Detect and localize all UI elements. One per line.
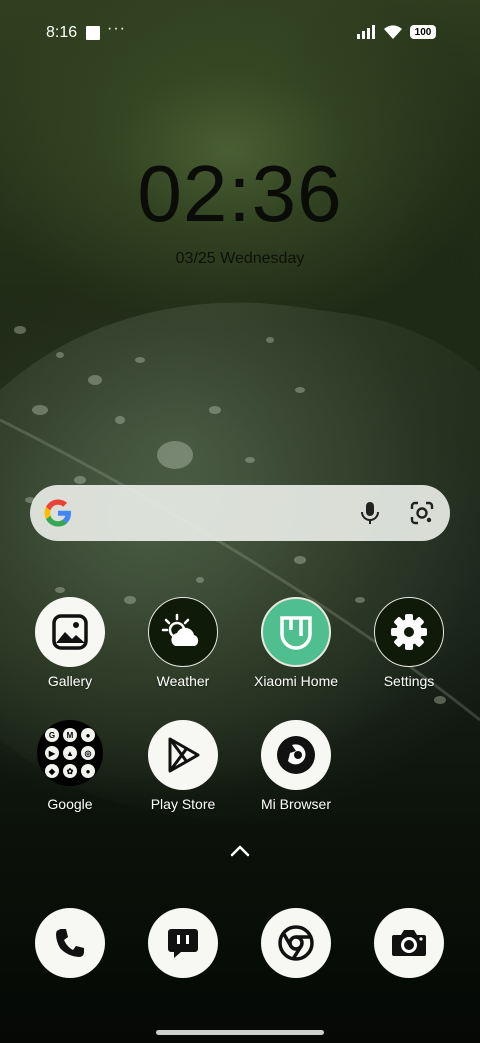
app-xiaomi-home[interactable]: Xiaomi Home <box>241 597 351 689</box>
chrome-icon <box>261 908 331 978</box>
app-gallery[interactable]: Gallery <box>15 597 125 689</box>
app-settings[interactable]: Settings <box>354 597 464 689</box>
dock-messages[interactable] <box>128 908 238 978</box>
weather-icon <box>148 597 218 667</box>
signal-icon <box>357 25 375 39</box>
app-play-store[interactable]: Play Store <box>128 720 238 812</box>
gear-icon <box>374 597 444 667</box>
folder-item-icon: ◆ <box>45 764 59 778</box>
dock-phone[interactable] <box>15 908 125 978</box>
app-google-folder[interactable]: G M ● ▶ ▲ ◎ ◆ ✿ ● Google <box>15 720 125 812</box>
gallery-icon <box>35 597 105 667</box>
folder-item-icon: M <box>63 728 77 742</box>
chevron-up-icon[interactable] <box>228 842 252 860</box>
app-label: Google <box>47 796 93 812</box>
more-notifications-icon: ··· <box>107 20 126 37</box>
phone-icon <box>35 908 105 978</box>
app-mi-browser[interactable]: Mi Browser <box>241 720 351 812</box>
xiaomi-home-icon <box>261 597 331 667</box>
battery-icon: 100 <box>410 25 436 39</box>
folder-item-icon: ▲ <box>63 746 77 760</box>
google-g-icon <box>44 499 71 527</box>
status-time: 8:16 <box>46 24 78 41</box>
home-gesture-bar[interactable] <box>156 1030 324 1035</box>
app-label: Mi Browser <box>260 796 331 812</box>
status-bar: 8:16 ··· 100 <box>0 20 480 46</box>
play-store-icon <box>148 720 218 790</box>
app-weather[interactable]: Weather <box>128 597 238 689</box>
app-label: Xiaomi Home <box>253 673 339 689</box>
folder-item-icon: ● <box>81 764 95 778</box>
notification-square-icon <box>86 26 100 40</box>
wifi-icon <box>384 25 402 39</box>
lockscreen-date: 03/25 Wednesday <box>175 250 305 267</box>
app-label: Play Store <box>150 796 216 812</box>
dock-chrome[interactable] <box>241 908 351 978</box>
folder-item-icon: G <box>45 728 59 742</box>
google-folder-icon: G M ● ▶ ▲ ◎ ◆ ✿ ● <box>37 720 103 786</box>
dock-camera[interactable] <box>354 908 464 978</box>
app-label: Gallery <box>47 673 93 689</box>
messages-icon <box>148 908 218 978</box>
folder-item-icon: ◎ <box>81 746 95 760</box>
mi-browser-icon <box>261 720 331 790</box>
folder-item-icon: ▶ <box>45 746 59 760</box>
app-label: Weather <box>156 673 210 689</box>
google-search-bar[interactable] <box>30 485 450 541</box>
mic-icon[interactable] <box>356 499 384 527</box>
camera-icon <box>374 908 444 978</box>
lockscreen-clock: 02:36 <box>137 149 343 238</box>
app-label: Settings <box>383 673 435 689</box>
folder-item-icon: ● <box>81 728 95 742</box>
google-lens-icon[interactable] <box>408 499 436 527</box>
folder-item-icon: ✿ <box>63 764 77 778</box>
